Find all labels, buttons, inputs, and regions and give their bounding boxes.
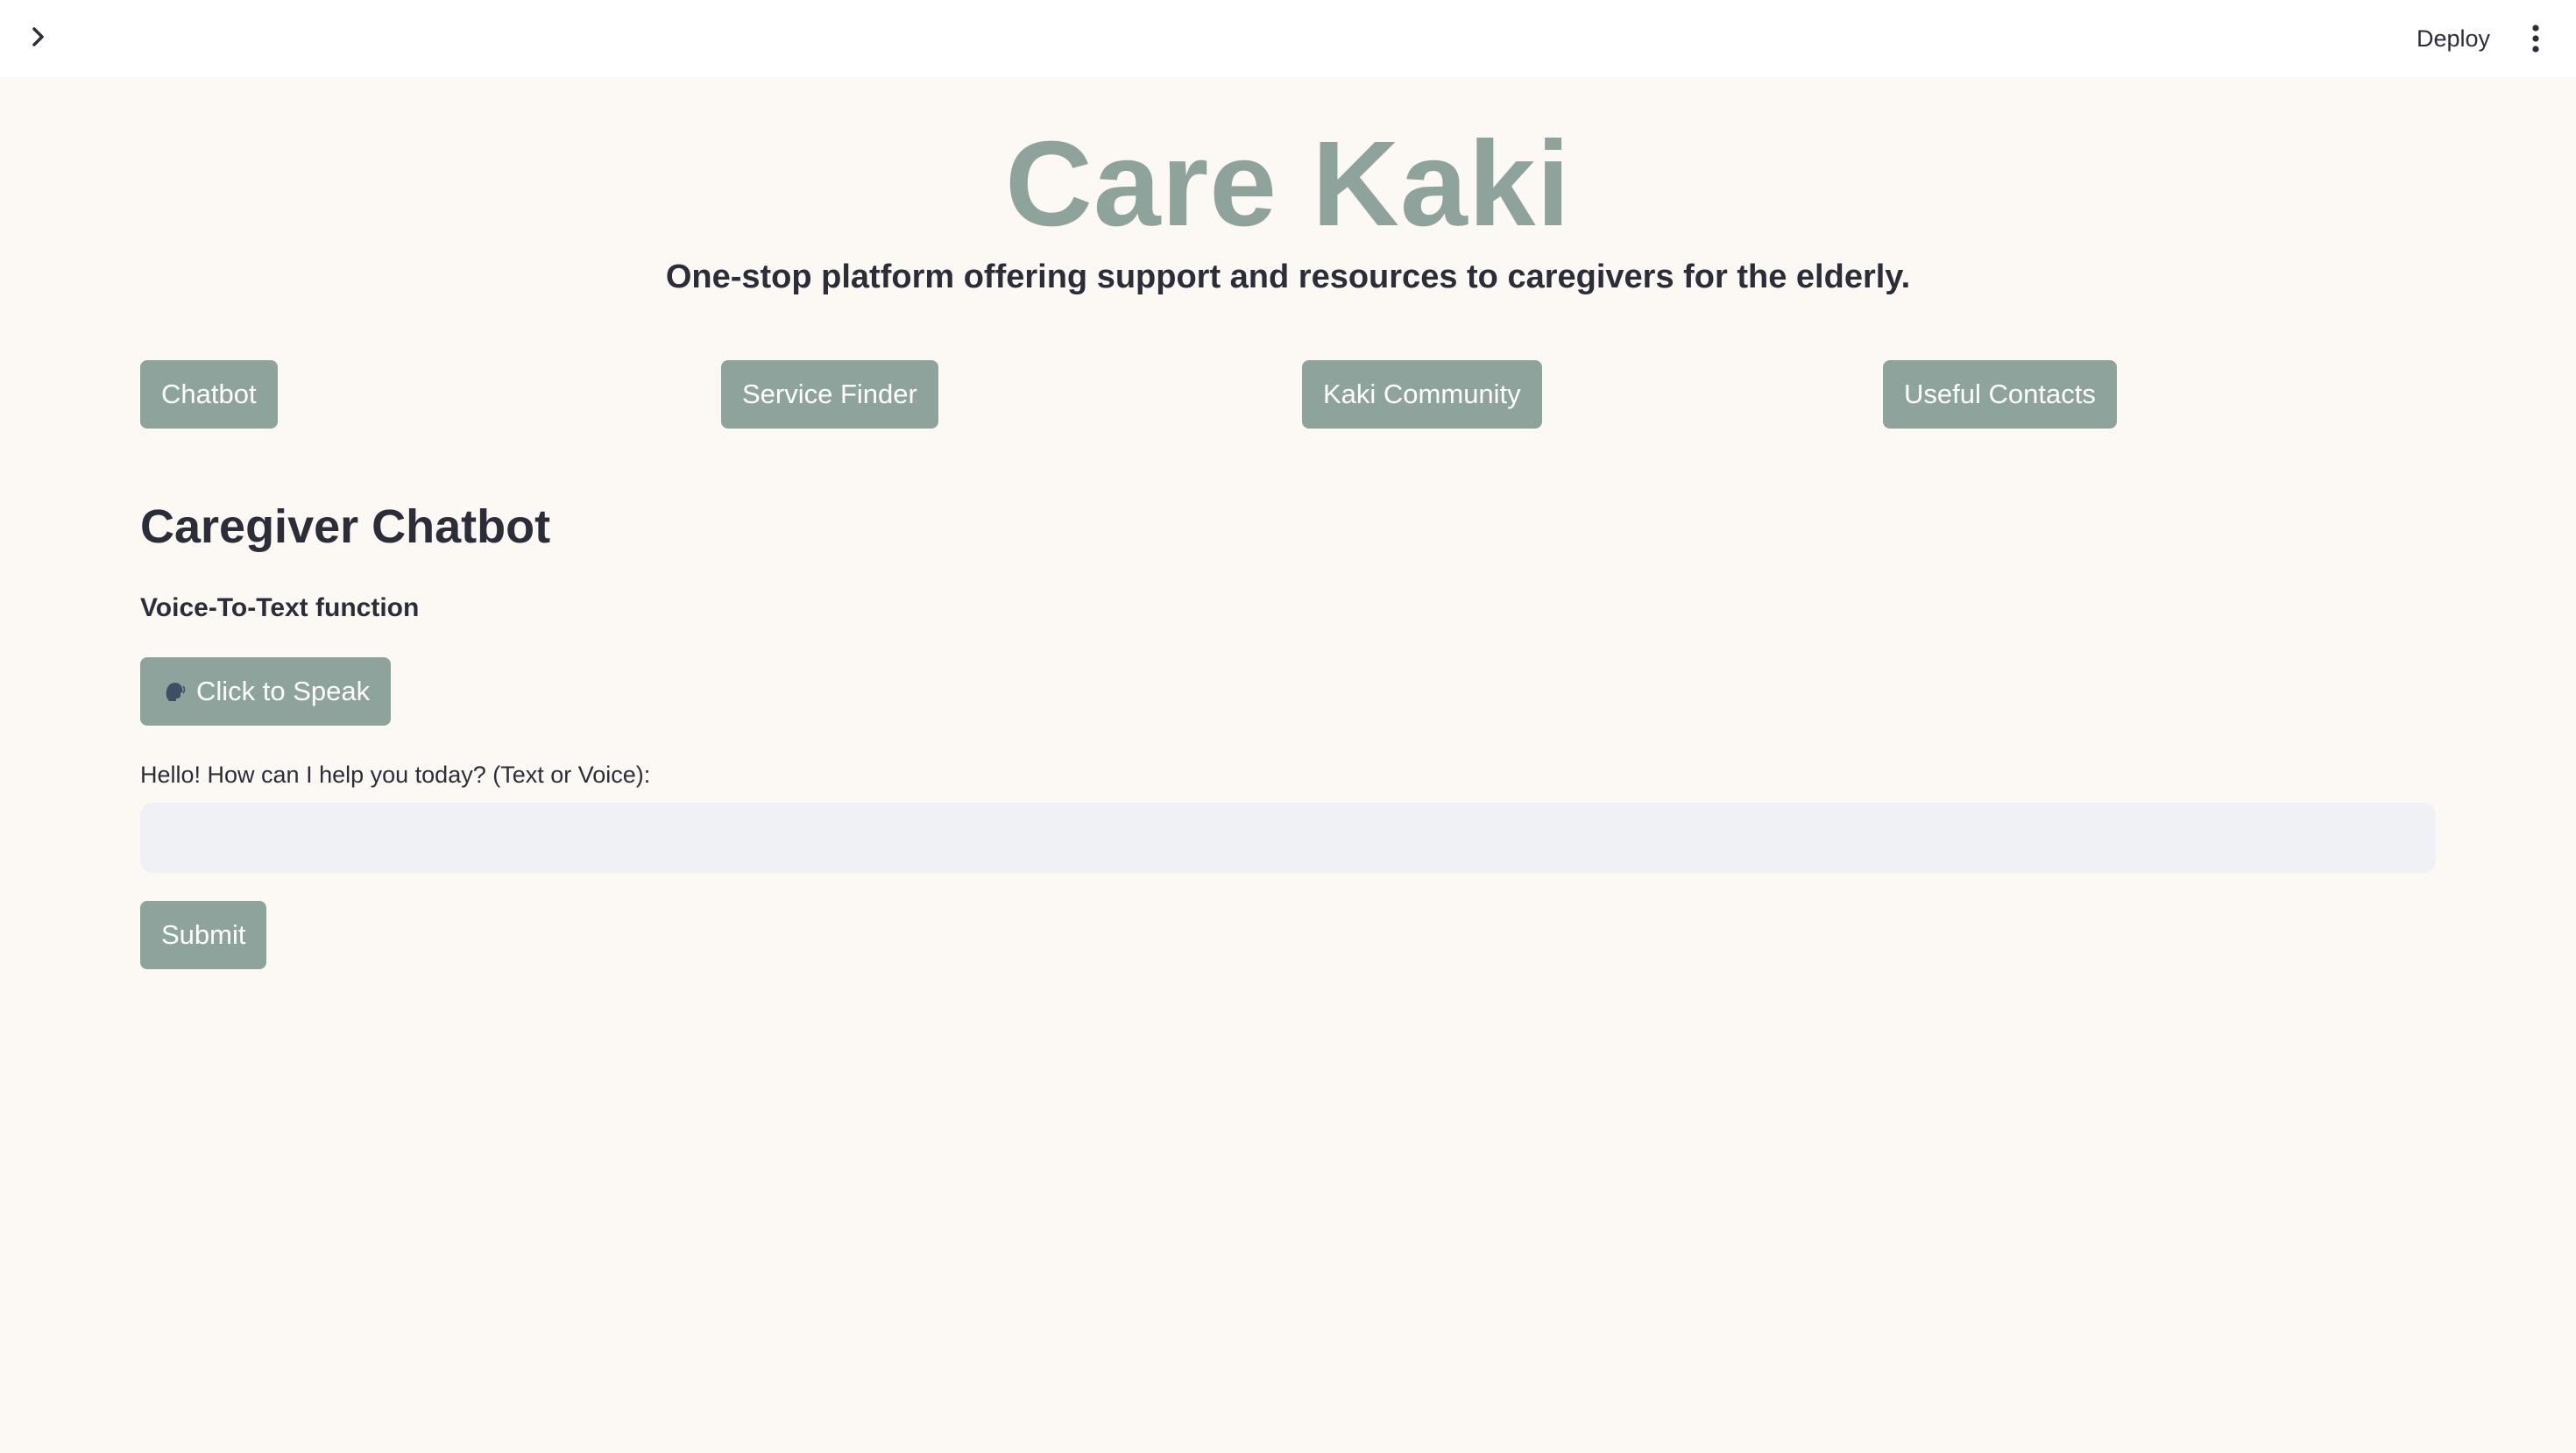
main-menu-button[interactable]: [2516, 19, 2555, 58]
top-toolbar: Deploy: [0, 0, 2576, 77]
chevron-right-icon: [32, 27, 44, 46]
voice-to-text-label: Voice-To-Text function: [140, 593, 420, 622]
deploy-button[interactable]: Deploy: [2401, 19, 2506, 58]
chat-input[interactable]: [140, 803, 2436, 873]
app-title: Care Kaki: [1005, 117, 1571, 252]
app-subtitle: One-stop platform offering support and r…: [665, 259, 1911, 295]
nav-service-finder-button[interactable]: Service Finder: [721, 360, 938, 429]
chat-input-label: Hello! How can I help you today? (Text o…: [140, 762, 651, 788]
more-vertical-icon: [2532, 25, 2539, 53]
speaking-head-icon: [161, 678, 188, 705]
section-heading: Caregiver Chatbot: [140, 500, 551, 553]
nav-kaki-community-button[interactable]: Kaki Community: [1302, 360, 1542, 429]
expand-sidebar-button[interactable]: [19, 18, 58, 56]
nav-useful-contacts-button[interactable]: Useful Contacts: [1883, 360, 2117, 429]
click-to-speak-label: Click to Speak: [196, 676, 371, 706]
submit-button[interactable]: Submit: [140, 901, 267, 969]
nav-chatbot-button[interactable]: Chatbot: [140, 360, 278, 429]
click-to-speak-button[interactable]: Click to Speak: [140, 657, 392, 726]
